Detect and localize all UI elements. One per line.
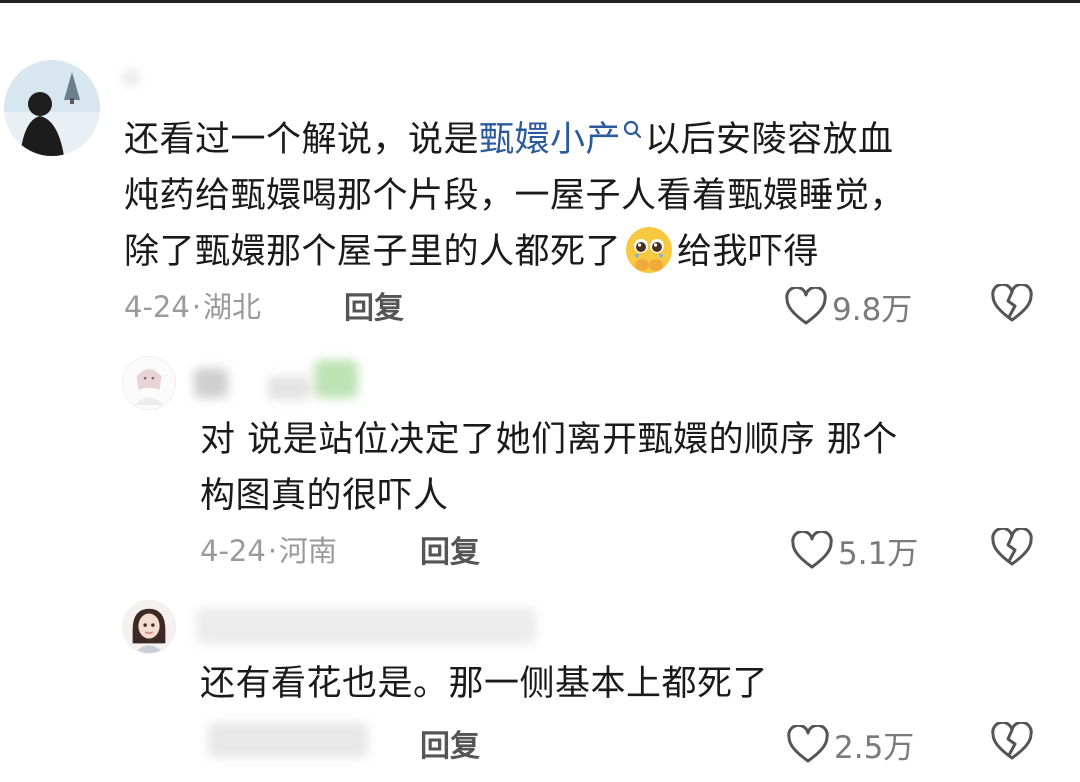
comment-text-segment: 给我吓得 — [677, 232, 820, 272]
reply-avatar[interactable] — [122, 600, 176, 654]
comment-text-line: 构图真的很吓人 — [200, 476, 449, 516]
avatar[interactable] — [4, 60, 100, 156]
comment-thread: 还看过一个解说，说是甄嬛小产 以后安陵容放血 炖药给甄嬛喝那个片段，一屋子人看着甄… — [0, 0, 1080, 782]
reply-button[interactable]: 回复 — [420, 527, 480, 571]
comment-location: 河南 — [279, 534, 338, 568]
comment-text-segment: 除了甄嬛那个屋子里的人都死了 — [124, 232, 622, 272]
like-count: 5.1万 — [838, 536, 919, 572]
comment-date: 4-24 — [200, 534, 266, 568]
comment-meta: 4-24·河南 — [200, 528, 337, 570]
reply-text: 还有看花也是。那一侧基本上都死了 — [200, 656, 768, 712]
comment-text-line: 炖药给甄嬛喝那个片段，一屋子人看着甄嬛睡觉， — [124, 176, 906, 216]
search-link[interactable]: 甄嬛小产 — [479, 120, 621, 160]
comment-location: 湖北 — [203, 290, 262, 324]
comment-meta: 4-24·湖北 — [124, 284, 261, 326]
username-redacted — [194, 368, 228, 398]
like-count: 9.8万 — [832, 292, 913, 328]
comment-text-line: 还有看花也是。那一侧基本上都死了 — [200, 664, 769, 704]
pleading-face-emoji — [626, 227, 673, 273]
broken-heart-icon — [991, 526, 1033, 566]
username-redacted — [268, 376, 310, 400]
reply-button[interactable]: 回复 — [344, 283, 404, 327]
heart-outline-icon — [791, 530, 833, 568]
like-button[interactable]: 9.8万 — [784, 284, 912, 329]
top-border — [0, 0, 1080, 3]
meta-separator: · — [267, 534, 278, 568]
meta-redacted — [208, 722, 368, 758]
reply-avatar[interactable] — [122, 356, 176, 410]
reply-button[interactable]: 回复 — [420, 721, 480, 765]
search-icon[interactable] — [623, 120, 643, 142]
comment-text-segment: 以后安陵容放血 — [645, 120, 894, 160]
comment-text: 还看过一个解说，说是甄嬛小产 以后安陵容放血 炖药给甄嬛喝那个片段，一屋子人看着甄… — [124, 112, 905, 280]
dislike-button[interactable] — [990, 720, 1034, 766]
dislike-button[interactable] — [990, 526, 1034, 572]
comment-text-segment: 还看过一个解说，说是 — [124, 120, 480, 160]
username-redacted — [124, 70, 138, 86]
username-redacted — [196, 608, 536, 644]
like-button[interactable]: 5.1万 — [790, 528, 918, 573]
like-button[interactable]: 2.5万 — [786, 722, 914, 767]
heart-outline-icon — [785, 286, 827, 324]
dislike-button[interactable] — [990, 282, 1034, 328]
broken-heart-icon — [991, 720, 1033, 760]
reply-text: 对 说是站位决定了她们离开甄嬛的顺序 那个 构图真的很吓人 — [200, 412, 898, 524]
like-count: 2.5万 — [834, 730, 915, 766]
meta-separator: · — [191, 290, 202, 324]
heart-outline-icon — [787, 724, 829, 762]
comment-text-line: 对 说是站位决定了她们离开甄嬛的顺序 那个 — [200, 420, 898, 460]
broken-heart-icon — [991, 282, 1033, 322]
badge-redacted — [314, 360, 358, 398]
comment-date: 4-24 — [124, 290, 190, 324]
